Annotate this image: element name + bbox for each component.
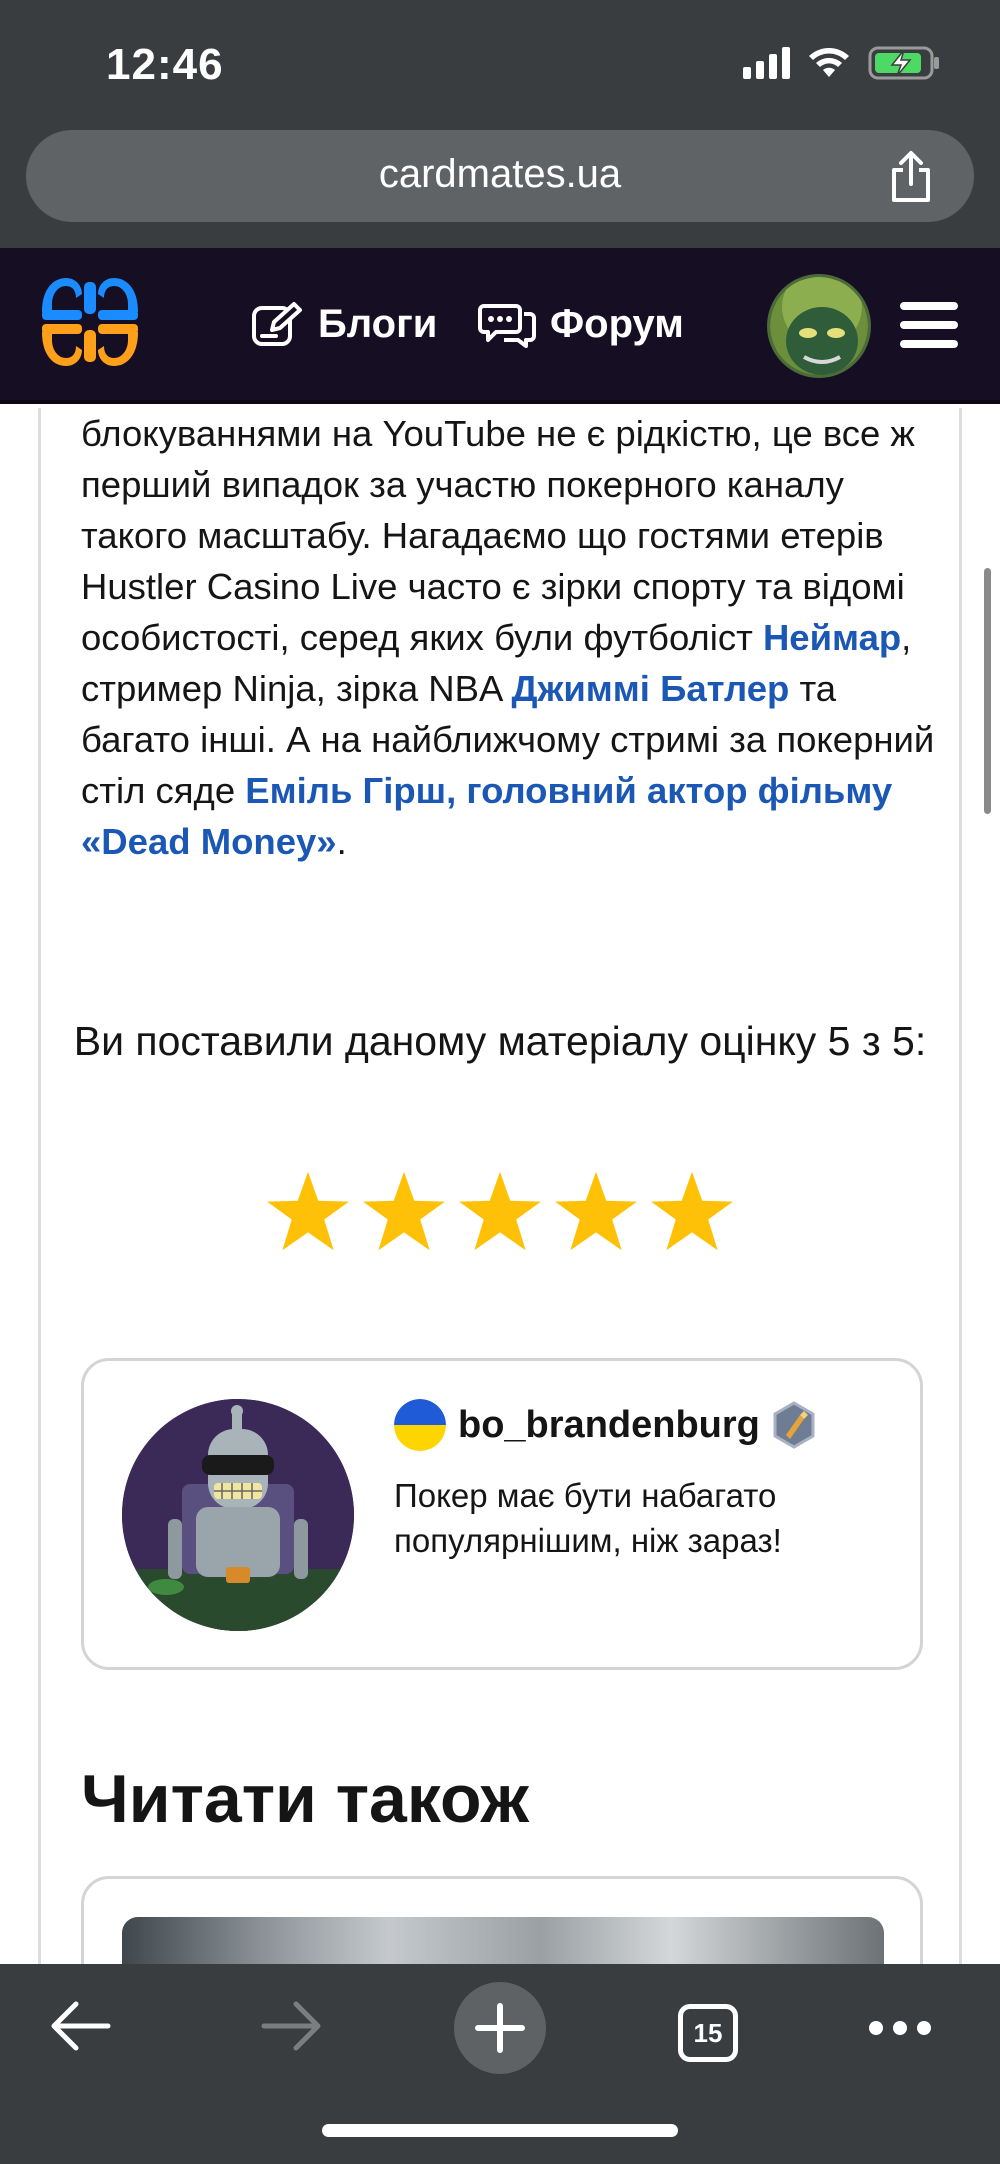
chat-icon [478, 304, 536, 348]
commenter-avatar[interactable] [122, 1399, 354, 1631]
comment-author[interactable]: bo_brandenburg [394, 1399, 816, 1451]
article-content: блокуваннями на YouTube не є рідкістю, ц… [38, 408, 962, 1964]
star-icon[interactable] [553, 1170, 639, 1252]
nav-forum-label: Форум [550, 301, 684, 346]
nav-forum[interactable]: Форум [478, 300, 684, 348]
menu-icon[interactable] [900, 302, 958, 348]
comment-card: bo_brandenburg Покер має бути набагато п… [81, 1358, 923, 1670]
article-paragraph: блокуваннями на YouTube не є рідкістю, ц… [81, 408, 941, 867]
user-avatar[interactable] [767, 274, 871, 378]
home-indicator [322, 2124, 678, 2137]
edit-icon [252, 302, 302, 346]
star-icon[interactable] [457, 1170, 543, 1252]
ukraine-flag-icon [394, 1399, 446, 1451]
user-badge-icon [773, 1401, 815, 1449]
page-scrollbar[interactable] [984, 568, 991, 814]
url-text: cardmates.ua [378, 152, 622, 196]
related-article-card[interactable] [81, 1876, 923, 1964]
article-text-part: . [336, 821, 347, 862]
rating-stars[interactable] [41, 1170, 959, 1252]
cellular-signal-icon [743, 47, 790, 79]
link-neymar[interactable]: Неймар [763, 617, 901, 658]
status-icons [743, 46, 940, 80]
cardmates-logo-icon[interactable] [36, 268, 144, 376]
share-icon[interactable] [886, 150, 936, 204]
browser-top-bar: 12:46 cardmates.ua [0, 0, 1000, 248]
wifi-icon [809, 48, 849, 77]
tabs-button[interactable]: 15 [678, 2004, 738, 2062]
star-icon[interactable] [265, 1170, 351, 1252]
battery-charging-icon [868, 46, 939, 80]
star-icon[interactable] [649, 1170, 735, 1252]
comment-text: Покер має бути набагато популярнішим, ні… [394, 1477, 782, 1559]
related-article-image[interactable] [122, 1917, 884, 1964]
link-jimmy-butler[interactable]: Джиммі Батлер [511, 668, 789, 709]
comment-username[interactable]: bo_brandenburg [458, 1404, 760, 1447]
more-options-icon[interactable] [868, 2020, 932, 2036]
forward-arrow-icon[interactable] [260, 1996, 322, 2056]
rating-label: Ви поставили даному матеріалу оцінку 5 з… [73, 1018, 927, 1064]
star-icon[interactable] [361, 1170, 447, 1252]
new-tab-button[interactable] [454, 1982, 546, 2074]
avatar-image [770, 277, 868, 375]
nav-blogs-label: Блоги [318, 301, 438, 346]
nav-blogs[interactable]: Блоги [250, 300, 437, 348]
back-arrow-icon[interactable] [50, 1996, 112, 2056]
read-also-heading: Читати також [81, 1761, 529, 1837]
browser-bottom-toolbar: 15 [0, 1964, 1000, 2164]
address-bar[interactable]: cardmates.ua [26, 130, 974, 222]
plus-icon [475, 2003, 525, 2053]
site-header: Блоги Форум [0, 248, 1000, 404]
robot-avatar-image [122, 1399, 354, 1631]
status-time: 12:46 [106, 40, 224, 89]
